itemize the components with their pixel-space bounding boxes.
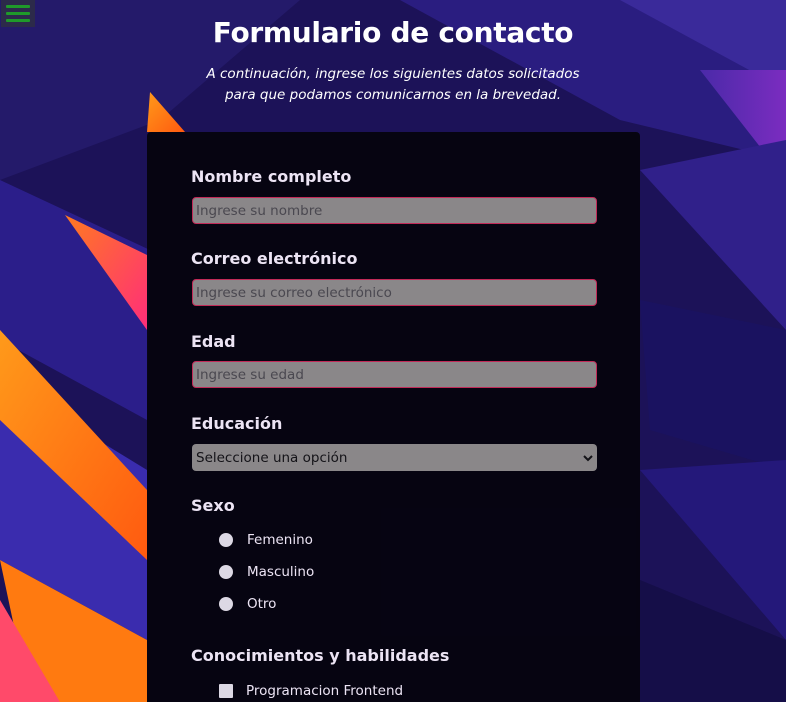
skills-label: Conocimientos y habilidades (191, 646, 450, 665)
name-input[interactable] (192, 197, 597, 224)
hamburger-menu-icon-bar (6, 12, 30, 15)
age-label: Edad (191, 332, 236, 351)
age-input[interactable] (192, 361, 597, 388)
checkbox-label: Programacion Frontend (246, 683, 404, 699)
name-label: Nombre completo (191, 167, 352, 186)
page-title: Formulario de contacto (212, 16, 574, 49)
sex-option-femenino[interactable]: Femenino (219, 532, 313, 548)
radio-label: Masculino (247, 564, 315, 580)
radio-button[interactable] (219, 597, 233, 611)
page-subtitle: A continuación, ingrese los siguientes d… (193, 64, 593, 106)
email-input[interactable] (192, 279, 597, 306)
sex-label: Sexo (191, 496, 235, 515)
education-select[interactable]: Seleccione una opción (192, 444, 597, 471)
hamburger-menu-icon-bar (6, 5, 30, 8)
sex-option-masculino[interactable]: Masculino (219, 564, 314, 580)
radio-label: Femenino (247, 532, 313, 548)
email-label: Correo electrónico (191, 249, 358, 268)
radio-button[interactable] (219, 565, 233, 579)
education-select-value: Seleccione una opción (196, 449, 348, 466)
skill-option-frontend[interactable]: Programacion Frontend (219, 683, 403, 699)
subtitle-line-1: A continuación, ingrese los siguientes d… (206, 66, 580, 82)
radio-button[interactable] (219, 533, 233, 547)
sex-option-otro[interactable]: Otro (219, 596, 276, 612)
education-label: Educación (191, 414, 283, 433)
radio-label: Otro (247, 596, 277, 612)
subtitle-line-2: para que podamos comunicarnos en la brev… (224, 87, 562, 103)
checkbox[interactable] (219, 684, 233, 698)
chevron-down-icon (583, 454, 593, 461)
